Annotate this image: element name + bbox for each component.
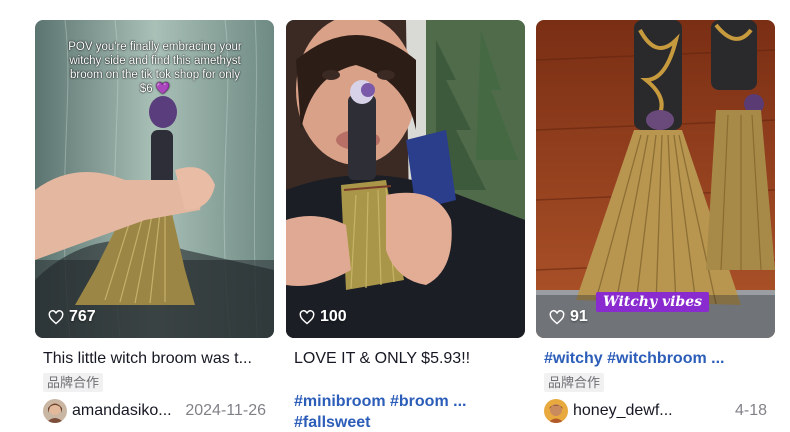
author-username[interactable]: amandasiko... [72,402,172,420]
like-count-value: 100 [320,308,347,325]
video-thumbnail[interactable]: 100 [286,20,525,338]
video-card-3[interactable]: Witchy vibes 91 #witchy #witchbroom ... … [536,20,775,423]
heart-outline-icon [549,309,565,324]
author-row[interactable]: amandasiko... 2024-11-26 [35,399,274,423]
overlay-badge: Witchy vibes [595,292,709,312]
brand-partnership-label: 品牌合作 [43,373,104,392]
overlay-caption: POV you're finally embracing your witchy… [68,41,242,95]
avatar[interactable] [544,399,568,423]
video-description[interactable]: #witchy #witchbroom ... [536,348,775,370]
author-row[interactable]: honey_dewf... 4-18 [536,399,775,423]
video-description[interactable]: This little witch broom was t... [35,348,274,370]
like-count-value: 91 [570,308,588,325]
avatar-image [43,399,67,423]
heart-outline-icon [48,309,64,324]
post-date: 4-18 [734,402,767,419]
hashtag-list: #minibroom #broom ... #fallsweet [286,391,525,432]
video-thumbnail[interactable]: Witchy vibes 91 [536,20,775,338]
video-thumbnail[interactable]: POV you're finally embracing your witchy… [35,20,274,338]
author-username[interactable]: honey_dewf... [573,402,673,420]
like-count: 100 [299,308,347,326]
heart-outline-icon [299,309,315,324]
video-card-2[interactable]: 100 LOVE IT & ONLY $5.93!! #minibroom #b… [286,20,525,432]
video-card-1[interactable]: POV you're finally embracing your witchy… [35,20,274,423]
like-count: 767 [48,308,96,326]
hashtag-link[interactable]: #fallsweet [294,414,370,431]
avatar[interactable] [43,399,67,423]
thumbnail-image [536,20,775,338]
video-description[interactable]: LOVE IT & ONLY $5.93!! [286,348,525,370]
brand-partnership-label: 品牌合作 [544,373,605,392]
like-count: 91 [549,308,588,326]
thumbnail-image [286,20,525,338]
like-count-value: 767 [69,308,96,325]
avatar-image [544,399,568,423]
hashtag-link[interactable]: #minibroom #broom ... [294,393,466,410]
post-date: 2024-11-26 [185,402,266,419]
